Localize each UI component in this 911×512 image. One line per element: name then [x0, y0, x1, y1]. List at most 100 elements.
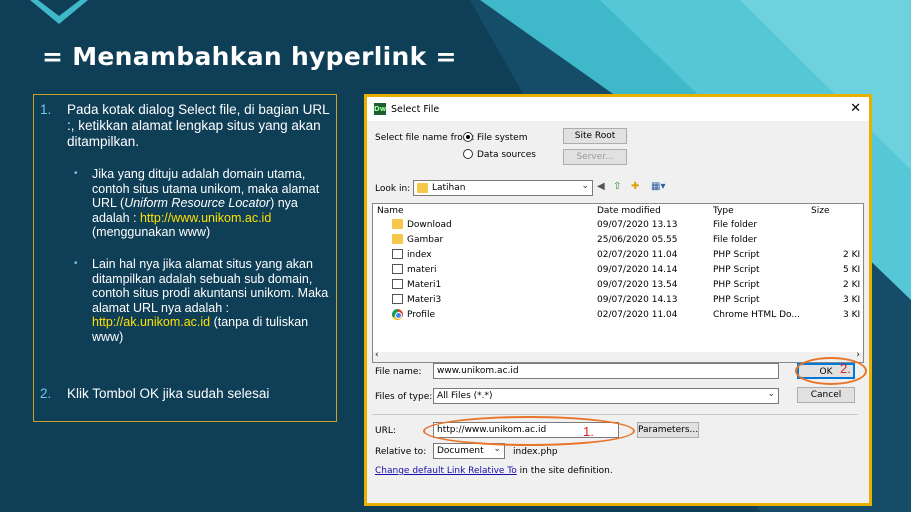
radio-file-system-label: File system	[477, 133, 528, 143]
chevron-down-icon: ⌄	[581, 181, 589, 191]
relative-file: index.php	[513, 447, 558, 457]
close-icon[interactable]: ✕	[850, 101, 861, 116]
file-type: PHP Script	[713, 280, 760, 290]
file-type: PHP Script	[713, 265, 760, 275]
radio-file-system[interactable]	[463, 132, 473, 142]
scroll-left-icon[interactable]: ‹	[375, 350, 379, 360]
column-type[interactable]: Type	[713, 206, 734, 216]
column-date[interactable]: Date modified	[597, 206, 661, 216]
server-button[interactable]: Server...	[563, 149, 627, 165]
bullet-text: Lain hal nya jika alamat situs yang akan…	[92, 257, 330, 345]
bullet-2: • Lain hal nya jika alamat situs yang ak…	[74, 257, 330, 345]
step-number: 1.	[40, 102, 52, 117]
files-of-type-select[interactable]: All Files (*.*) ⌄	[433, 388, 779, 404]
file-list: Name Date modified Type Size Download 09/…	[372, 203, 864, 363]
step-text: Klik Tombol OK jika sudah selesai	[67, 386, 270, 401]
annotation-step-2: 2.	[840, 361, 851, 376]
column-size[interactable]: Size	[811, 206, 829, 216]
file-name: Profile	[407, 310, 435, 320]
file-type: PHP Script	[713, 250, 760, 260]
file-date: 09/07/2020 13.54	[597, 280, 678, 290]
dialog-title: Select File	[391, 104, 440, 115]
file-name: materi	[407, 265, 437, 275]
back-icon[interactable]: ◀	[597, 181, 605, 192]
instructions-box: 1. Pada kotak dialog Select file, di bag…	[33, 94, 337, 422]
new-folder-icon[interactable]: ✚	[631, 181, 639, 192]
file-type: Chrome HTML Do...	[713, 310, 800, 320]
bullet-text-post: (menggunakan www)	[92, 225, 211, 240]
file-row[interactable]: Gambar 25/06/2020 05.55 File folder	[373, 233, 843, 248]
file-row[interactable]: index 02/07/2020 11.04 PHP Script 2 KI	[373, 248, 860, 263]
url-link-www[interactable]: http://www.unikom.ac.id	[140, 211, 271, 225]
file-size: 3 KI	[843, 295, 861, 305]
scroll-right-icon[interactable]: ›	[856, 350, 860, 360]
view-menu-icon[interactable]: ▦▾	[651, 181, 665, 192]
file-row[interactable]: materi 09/07/2020 14.14 PHP Script 5 KI	[373, 263, 860, 278]
url-highlight-oval	[423, 416, 635, 446]
php-file-icon	[392, 249, 403, 259]
bullet-text-italic: Uniform Resource Locator	[124, 196, 271, 211]
chevron-down-icon: ⌄	[493, 444, 501, 454]
cancel-button[interactable]: Cancel	[797, 387, 855, 403]
file-date: 09/07/2020 14.14	[597, 265, 678, 275]
file-row[interactable]: Profile 02/07/2020 11.04 Chrome HTML Do...…	[373, 308, 860, 323]
look-in-label: Look in:	[375, 184, 411, 194]
look-in-select[interactable]: Latihan ⌄	[413, 180, 593, 196]
file-row[interactable]: Download 09/07/2020 13.13 File folder	[373, 218, 843, 233]
column-name[interactable]: Name	[377, 206, 404, 216]
file-name-label: File name:	[375, 367, 422, 377]
file-date: 25/06/2020 05.55	[597, 235, 678, 245]
dreamweaver-icon: Dw	[374, 103, 387, 115]
php-file-icon	[392, 264, 403, 274]
relative-to-value: Document	[437, 446, 484, 456]
bullet-text: Jika yang dituju adalah domain utama, co…	[92, 167, 330, 240]
step-text: Pada kotak dialog Select file, di bagian…	[67, 102, 330, 149]
select-from-label: Select file name from:	[375, 133, 475, 143]
bullet-1: • Jika yang dituju adalah domain utama, …	[74, 167, 330, 240]
file-name: Materi1	[407, 280, 442, 290]
file-size: 5 KI	[843, 265, 861, 275]
dialog-body: Dw Select File ✕ Select file name from: …	[367, 97, 869, 503]
parameters-button[interactable]: Parameters...	[637, 422, 699, 438]
horizontal-scrollbar[interactable]: ‹ ›	[373, 350, 863, 362]
radio-data-sources[interactable]	[463, 149, 473, 159]
files-of-type-value: All Files (*.*)	[437, 391, 493, 401]
file-row[interactable]: Materi3 09/07/2020 14.13 PHP Script 3 KI	[373, 293, 860, 308]
change-default-link-suffix: in the site definition.	[516, 466, 613, 476]
file-row[interactable]: Materi1 09/07/2020 13.54 PHP Script 2 KI	[373, 278, 860, 293]
file-type: File folder	[713, 220, 758, 230]
relative-to-select[interactable]: Document ⌄	[433, 443, 505, 459]
file-date: 02/07/2020 11.04	[597, 250, 678, 260]
file-size: 3 KI	[843, 310, 861, 320]
site-root-button[interactable]: Site Root	[563, 128, 627, 144]
dialog-titlebar: Dw Select File ✕	[367, 97, 869, 121]
change-default-link: Change default Link Relative To in the s…	[375, 466, 613, 476]
radio-data-sources-label: Data sources	[477, 150, 536, 160]
file-type: PHP Script	[713, 295, 760, 305]
up-folder-icon[interactable]: ⇧	[613, 181, 621, 192]
file-name: Materi3	[407, 295, 442, 305]
files-of-type-label: Files of type:	[375, 392, 433, 402]
annotation-step-1: 1.	[583, 424, 594, 439]
bullet-marker: •	[74, 168, 78, 179]
file-name: Gambar	[407, 235, 444, 245]
file-size: 2 KI	[843, 250, 861, 260]
change-default-link-anchor[interactable]: Change default Link Relative To	[375, 466, 517, 476]
file-name: index	[407, 250, 432, 260]
folder-icon	[392, 219, 403, 229]
select-file-dialog: Dw Select File ✕ Select file name from: …	[364, 94, 872, 506]
url-link-subdomain[interactable]: http://ak.unikom.ac.id	[92, 315, 210, 329]
chevron-down-icon: ⌄	[767, 389, 775, 399]
relative-to-label: Relative to:	[375, 447, 427, 457]
php-file-icon	[392, 279, 403, 289]
php-file-icon	[392, 294, 403, 304]
bullet-marker: •	[74, 258, 78, 269]
slide: = Menambahkan hyperlink = 1. Pada kotak …	[0, 0, 911, 512]
file-type: File folder	[713, 235, 758, 245]
divider	[372, 414, 858, 415]
file-name-input[interactable]: www.unikom.ac.id	[433, 363, 779, 379]
chrome-icon	[392, 309, 403, 320]
folder-icon	[417, 183, 428, 193]
folder-icon	[392, 234, 403, 244]
file-size: 2 KI	[843, 280, 861, 290]
